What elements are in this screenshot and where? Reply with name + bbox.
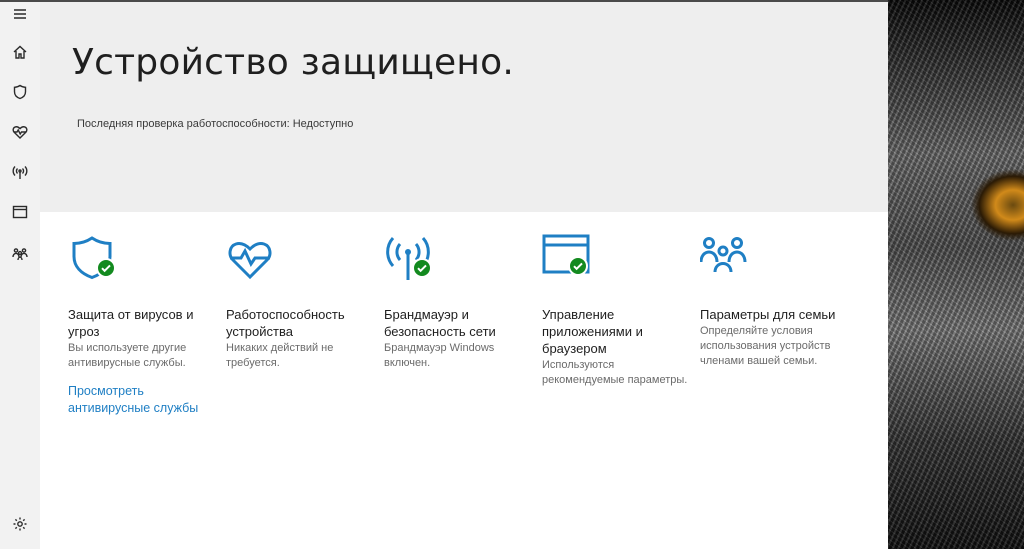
tile-description: Определяйте условия использования устрой… (700, 325, 831, 367)
tile-description: Никаких действий не требуется. (226, 342, 334, 369)
app-browser-icon-button[interactable] (542, 232, 594, 284)
page-title: Устройство защищено. (72, 42, 514, 83)
heart-pulse-icon (228, 242, 272, 280)
heart-pulse-icon[interactable] (8, 120, 32, 144)
tile-description: Вы используете другие антивирусные служб… (68, 342, 187, 369)
browser-window-icon (542, 234, 590, 274)
tile-firewall: Брандмауэр и безопасность сети Брандмауэ… (384, 232, 534, 371)
status-banner: Устройство защищено. Последняя проверка … (40, 2, 888, 212)
shield-icon[interactable] (8, 80, 32, 104)
device-health-icon-button[interactable] (226, 232, 278, 284)
tile-virus-protection: Защита от вирусов и угроз Вы используете… (68, 232, 218, 417)
virus-protection-icon-button[interactable] (68, 232, 120, 284)
security-areas: Защита от вирусов и угроз Вы используете… (40, 232, 888, 432)
check-icon (96, 258, 116, 278)
check-icon (412, 258, 432, 278)
browser-window-icon[interactable] (8, 200, 32, 224)
shield-icon (72, 236, 112, 280)
family-icon (700, 237, 747, 273)
tile-title[interactable]: Параметры для семьи (700, 306, 850, 323)
firewall-icon-button[interactable] (384, 232, 436, 284)
last-scan-status: Последняя проверка работоспособности: Не… (77, 118, 354, 130)
check-icon (568, 256, 588, 276)
wireless-icon (386, 237, 430, 280)
tile-family-options: Параметры для семьи Определяйте условия … (700, 232, 850, 369)
menu-icon[interactable] (8, 2, 32, 26)
wireless-icon[interactable] (8, 160, 32, 184)
tile-title[interactable]: Защита от вирусов и угроз (68, 306, 218, 340)
tile-title[interactable]: Брандмауэр и безопасность сети (384, 306, 534, 340)
family-icon[interactable] (8, 242, 32, 266)
family-options-icon-button[interactable] (700, 232, 752, 284)
gear-icon[interactable] (8, 512, 32, 536)
main-content: Устройство защищено. Последняя проверка … (40, 2, 888, 549)
desktop-wallpaper (888, 0, 1024, 549)
tile-device-health: Работоспособность устройства Никаких дей… (226, 232, 376, 371)
home-icon[interactable] (8, 40, 32, 64)
tile-description: Брандмауэр Windows включен. (384, 342, 495, 369)
tile-app-browser: Управление приложениями и браузером Испо… (542, 232, 692, 388)
tile-title[interactable]: Управление приложениями и браузером (542, 306, 692, 357)
tile-description: Используются рекомендуемые параметры. (542, 359, 688, 386)
view-antivirus-link[interactable]: Просмотреть антивирусные службы (68, 383, 218, 417)
sidebar (0, 2, 40, 549)
tile-title[interactable]: Работоспособность устройства (226, 306, 376, 340)
